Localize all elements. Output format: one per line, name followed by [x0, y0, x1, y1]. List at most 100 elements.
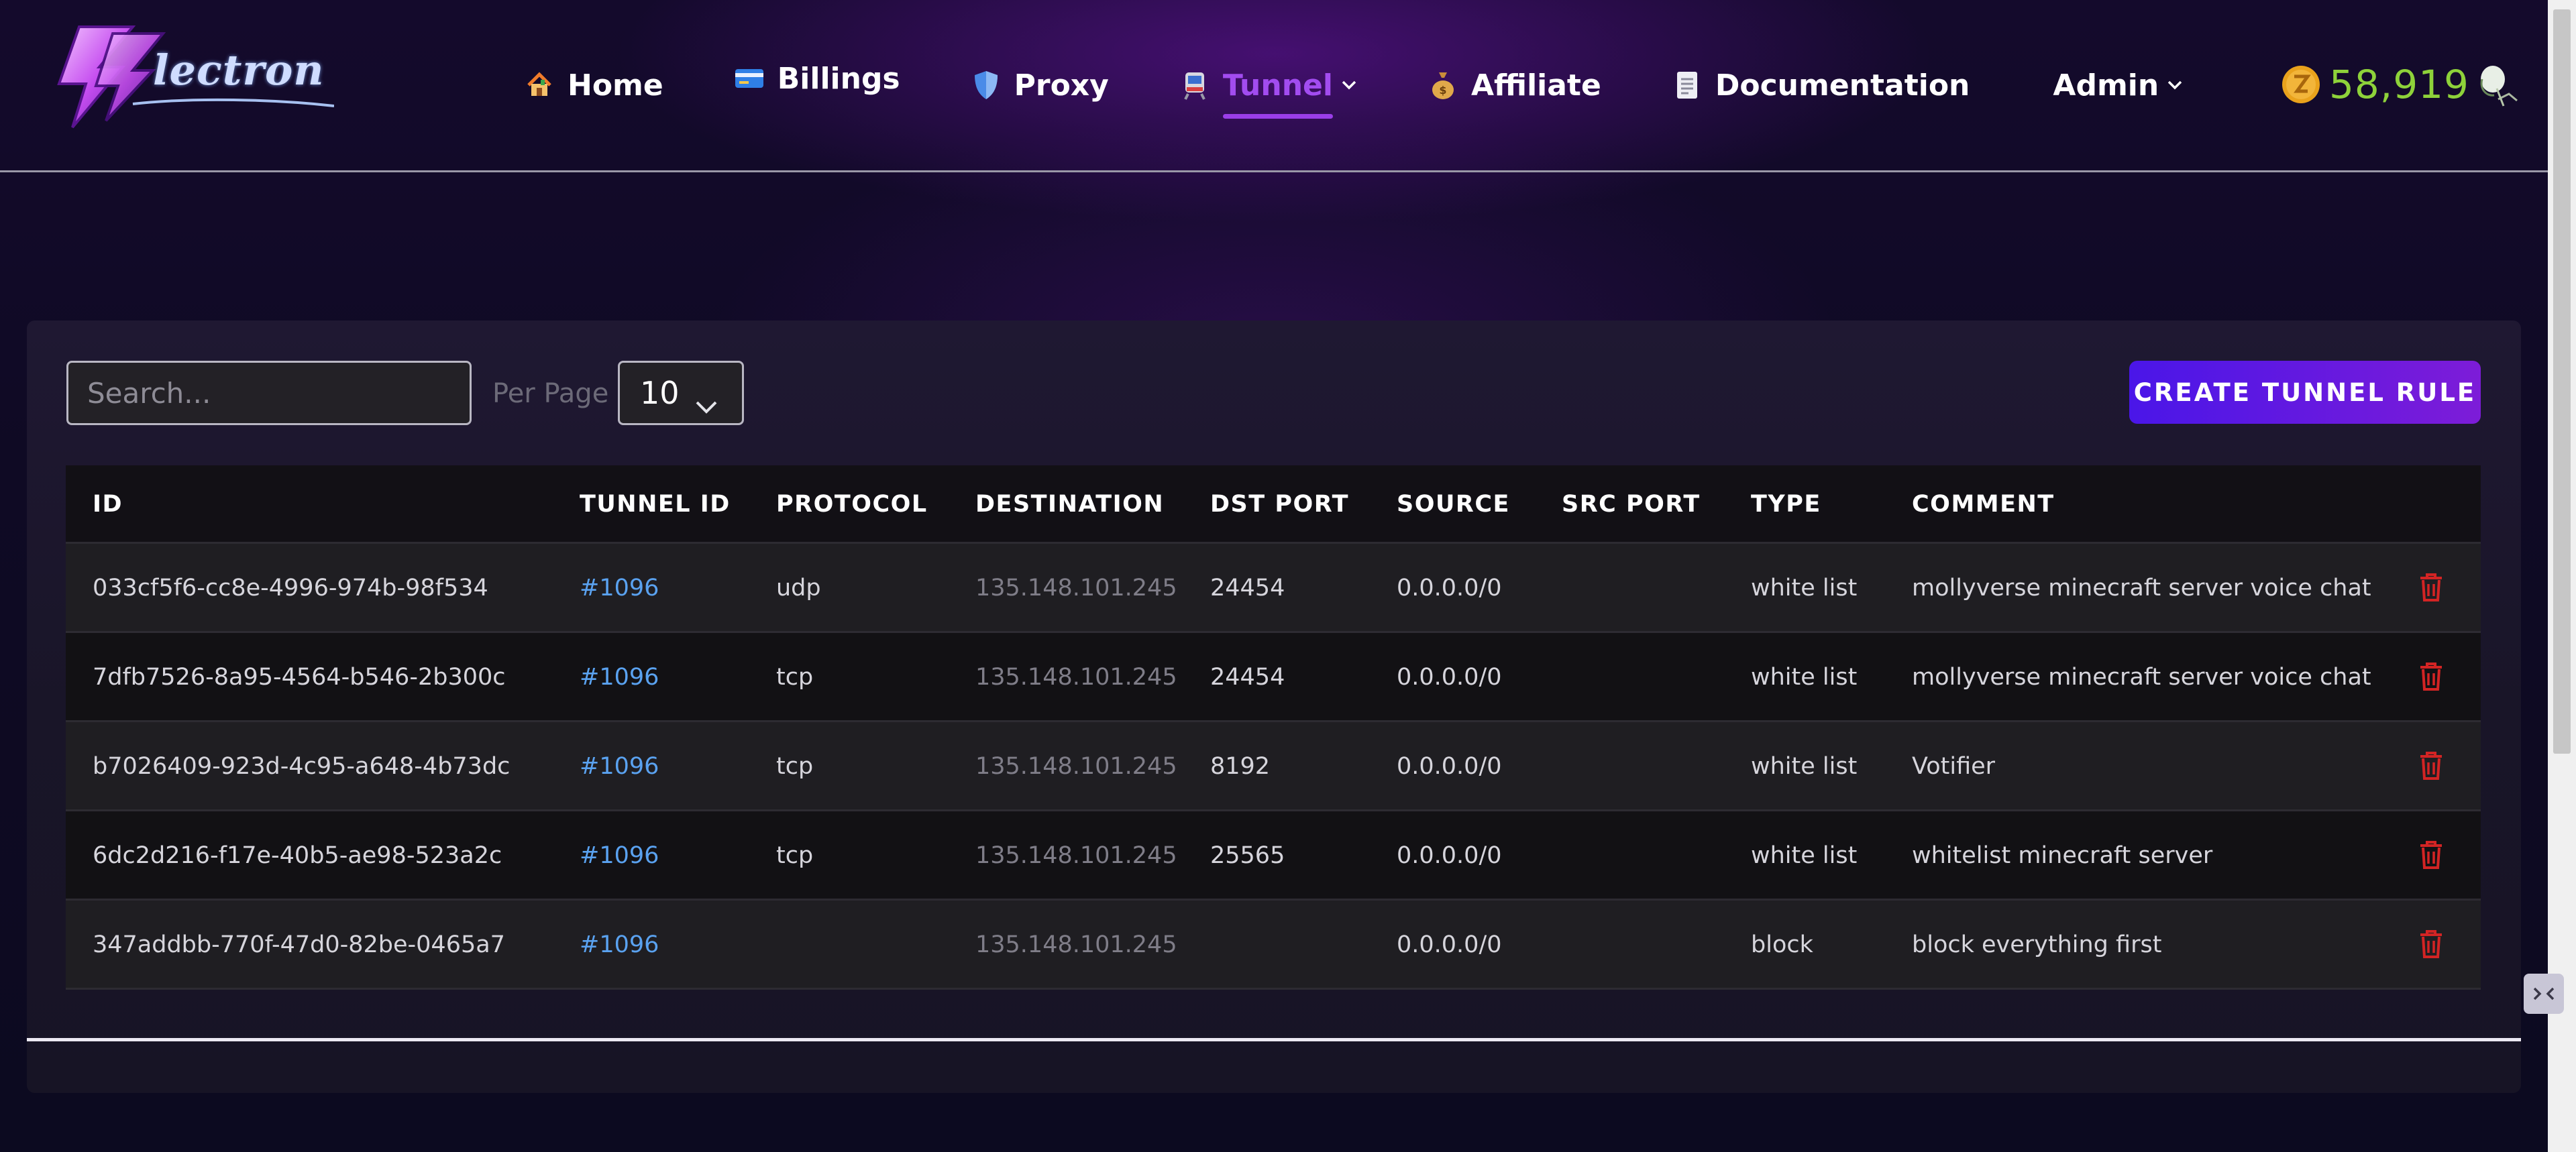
col-header-tunnel-id[interactable]: TUNNEL ID	[580, 491, 731, 518]
cell-protocol: udp	[776, 575, 821, 601]
col-header-type[interactable]: TYPE	[1751, 491, 1821, 518]
trash-icon[interactable]	[2418, 840, 2445, 876]
lectron-logo[interactable]: lectron	[32, 20, 335, 134]
cell-destination: 135.148.101.245	[975, 753, 1177, 780]
nav-tunnel-label-wrap: Tunnel	[1222, 68, 1333, 119]
col-header-id[interactable]: ID	[93, 491, 123, 518]
col-header-comment[interactable]: COMMENT	[1912, 491, 2055, 518]
coin-balance-value: 58,919	[2329, 62, 2469, 107]
trash-icon[interactable]	[2418, 661, 2445, 698]
trash-icon[interactable]	[2418, 750, 2445, 787]
nav-tunnel-label: Tunnel	[1222, 68, 1333, 103]
user-avatar-icon	[2480, 66, 2518, 107]
cell-tunnel-link[interactable]: #1096	[580, 842, 659, 869]
nav-proxy[interactable]: Proxy	[970, 68, 1109, 103]
nav-proxy-label: Proxy	[1014, 68, 1109, 103]
cell-comment: mollyverse minecraft server voice chat	[1912, 575, 2371, 601]
table-row: 6dc2d216-f17e-40b5-ae98-523a2c #1096 tcp…	[66, 811, 2481, 901]
nav-billings[interactable]: Billings	[733, 62, 900, 96]
coin-balance[interactable]: 58,919	[2281, 62, 2469, 107]
trash-icon[interactable]	[2418, 929, 2445, 966]
cell-tunnel-link[interactable]: #1096	[580, 575, 659, 601]
cell-dst-port: 8192	[1210, 753, 1271, 780]
cell-tunnel-link[interactable]: #1096	[580, 753, 659, 780]
cell-protocol: tcp	[776, 664, 814, 691]
cell-type: white list	[1751, 753, 1858, 780]
nav-documentation[interactable]: Documentation	[1671, 68, 1970, 103]
table-header: ID TUNNEL ID PROTOCOL DESTINATION DST PO…	[66, 465, 2481, 544]
cell-dst-port: 24454	[1210, 575, 1285, 601]
trash-icon[interactable]	[2418, 572, 2445, 609]
card-divider	[27, 1038, 2521, 1041]
cell-destination: 135.148.101.245	[975, 842, 1177, 869]
search-input[interactable]	[66, 361, 472, 425]
cell-dst-port: 25565	[1210, 842, 1285, 869]
cell-source: 0.0.0.0/0	[1397, 664, 1502, 691]
avatar[interactable]	[2473, 62, 2521, 110]
cell-type: white list	[1751, 575, 1858, 601]
cell-destination: 135.148.101.245	[975, 664, 1177, 691]
cell-source: 0.0.0.0/0	[1397, 842, 1502, 869]
cell-comment: mollyverse minecraft server voice chat	[1912, 664, 2371, 691]
active-nav-underline	[1222, 113, 1333, 119]
cell-source: 0.0.0.0/0	[1397, 931, 1502, 958]
cell-id: 7dfb7526-8a95-4564-b546-2b300c	[93, 664, 506, 691]
nav-tunnel[interactable]: Tunnel	[1179, 68, 1357, 119]
page: lectron Home Billings Proxy Tunnel $ Aff…	[0, 0, 2576, 1152]
col-header-dst-port[interactable]: DST PORT	[1210, 491, 1349, 518]
top-header: lectron Home Billings Proxy Tunnel $ Aff…	[0, 0, 2548, 172]
cell-type: white list	[1751, 842, 1858, 869]
create-tunnel-rule-button[interactable]: CREATE TUNNEL RULE	[2129, 361, 2481, 424]
cell-protocol: tcp	[776, 753, 814, 780]
cell-id: 6dc2d216-f17e-40b5-ae98-523a2c	[93, 842, 502, 869]
house-icon	[523, 69, 555, 101]
per-page-select[interactable]: 10	[618, 361, 744, 425]
col-header-source[interactable]: SOURCE	[1397, 491, 1510, 518]
chevron-down-icon	[695, 386, 718, 422]
table-row: 7dfb7526-8a95-4564-b546-2b300c #1096 tcp…	[66, 633, 2481, 722]
nav-home-label: Home	[568, 68, 663, 103]
nav-admin[interactable]: Admin	[2053, 68, 2183, 103]
table-row: b7026409-923d-4c95-a648-4b73dc #1096 tcp…	[66, 722, 2481, 811]
cell-tunnel-link[interactable]: #1096	[580, 931, 659, 958]
nav-admin-label: Admin	[2053, 68, 2159, 103]
col-header-src-port[interactable]: SRC PORT	[1562, 491, 1701, 518]
tunnel-rules-table: ID TUNNEL ID PROTOCOL DESTINATION DST PO…	[66, 465, 2481, 990]
table-row: 347addbb-770f-47d0-82be-0465a7 #1096 135…	[66, 901, 2481, 990]
cell-source: 0.0.0.0/0	[1397, 753, 1502, 780]
nav-affiliate-label: Affiliate	[1470, 68, 1601, 103]
chevron-down-icon	[2167, 80, 2183, 91]
scrollbar-thumb[interactable]	[2553, 9, 2571, 754]
nav-affiliate[interactable]: $ Affiliate	[1427, 68, 1601, 103]
svg-text:$: $	[1439, 84, 1446, 97]
nav-home[interactable]: Home	[523, 68, 663, 103]
credit-card-icon	[733, 62, 765, 95]
cell-source: 0.0.0.0/0	[1397, 575, 1502, 601]
main-nav: Home Billings Proxy Tunnel $ Affiliate D…	[523, 48, 2253, 122]
table-row: 033cf5f6-cc8e-4996-974b-98f534 #1096 udp…	[66, 544, 2481, 633]
nav-documentation-label: Documentation	[1715, 68, 1970, 103]
col-header-protocol[interactable]: PROTOCOL	[776, 491, 928, 518]
code-icon	[2533, 987, 2555, 1000]
cell-type: white list	[1751, 664, 1858, 691]
per-page-value: 10	[640, 375, 680, 411]
nav-billings-label: Billings	[777, 61, 900, 96]
coin-icon	[2282, 66, 2320, 103]
cell-comment: Votifier	[1912, 753, 1996, 780]
cell-protocol: tcp	[776, 842, 814, 869]
document-icon	[1671, 69, 1703, 101]
side-panel-toggle[interactable]	[2524, 974, 2564, 1014]
col-header-destination[interactable]: DESTINATION	[975, 491, 1164, 518]
cell-id: b7026409-923d-4c95-a648-4b73dc	[93, 753, 511, 780]
cell-tunnel-link[interactable]: #1096	[580, 664, 659, 691]
train-icon	[1179, 69, 1211, 101]
cell-destination: 135.148.101.245	[975, 575, 1177, 601]
cell-dst-port: 24454	[1210, 664, 1285, 691]
chevron-down-icon	[1341, 80, 1357, 91]
shield-icon	[970, 69, 1002, 101]
cell-destination: 135.148.101.245	[975, 931, 1177, 958]
cell-comment: block everything first	[1912, 931, 2162, 958]
money-bag-icon: $	[1427, 69, 1459, 101]
cell-type: block	[1751, 931, 1813, 958]
logo-text: lectron	[153, 46, 325, 95]
